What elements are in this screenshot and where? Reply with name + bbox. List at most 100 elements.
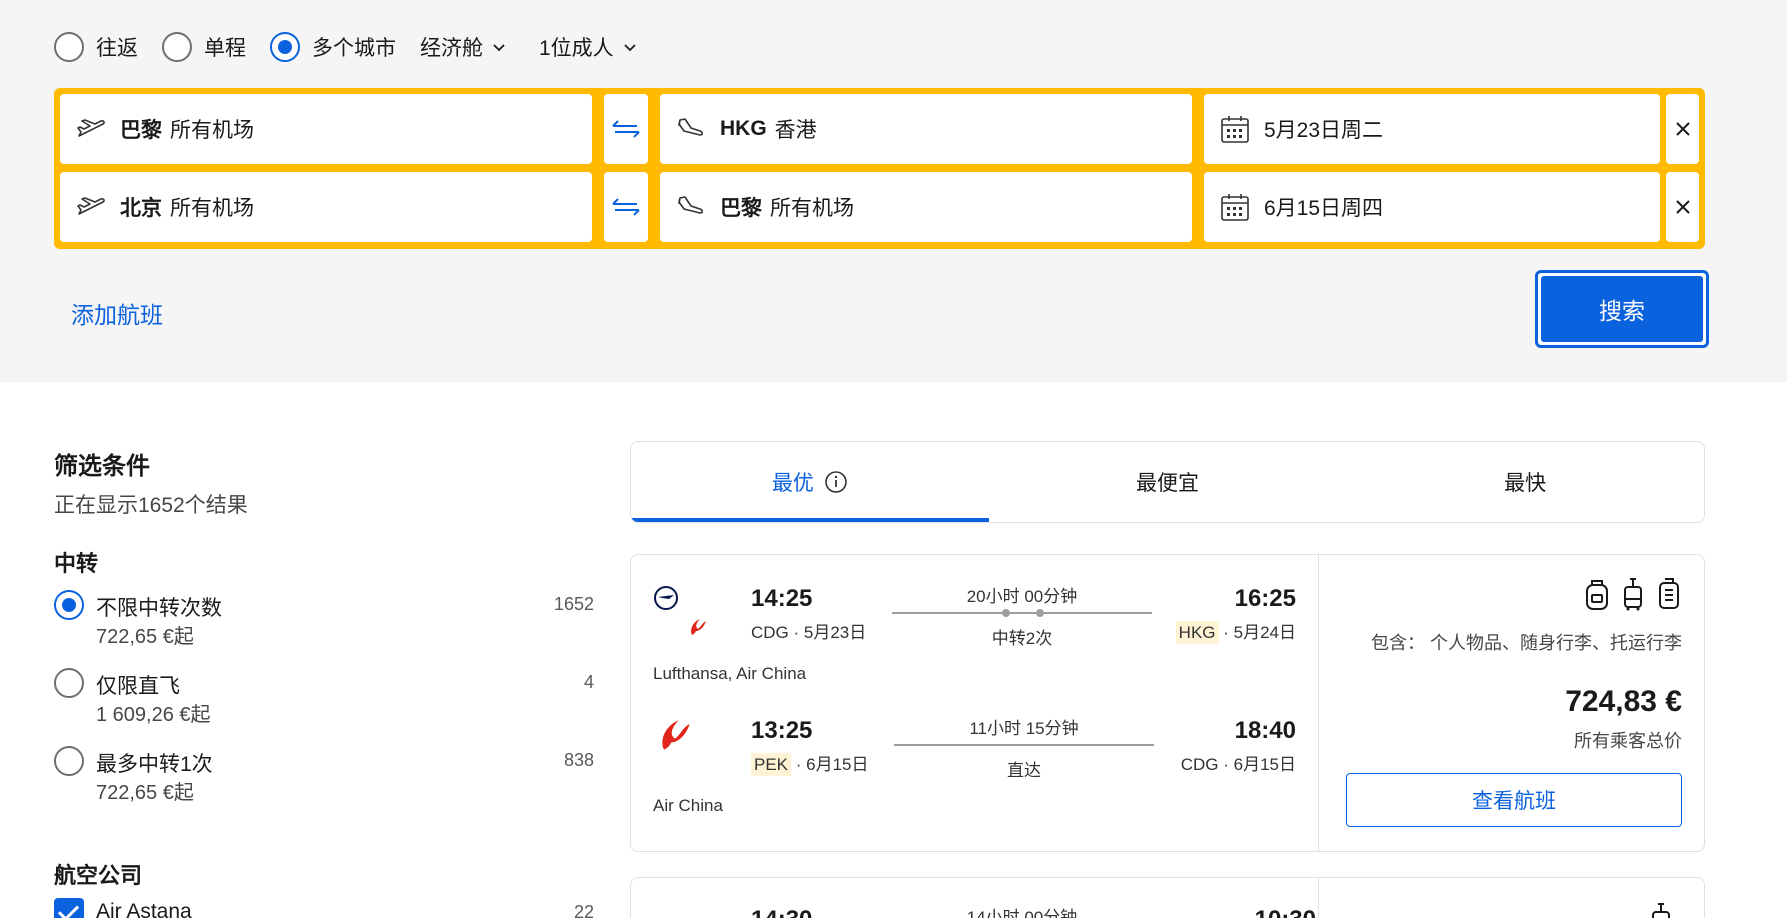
stop-dot	[1036, 609, 1044, 617]
stops-option-count: 838	[563, 750, 594, 770]
close-icon	[1675, 122, 1690, 136]
arrival-date: · 5月24日	[1223, 623, 1296, 642]
filters-panel: 筛选条件 正在显示1652个结果 中转 不限中转次数 722,65 €起 165…	[54, 446, 594, 918]
sort-tabs: 最优 最便宜 最快	[630, 441, 1705, 523]
airline-option-label: Air Astana	[96, 900, 192, 918]
stops-option-any[interactable]: 不限中转次数 722,65 €起 1652	[54, 590, 594, 654]
radio-any-stops[interactable]	[54, 590, 84, 620]
arrival-time: 10:30	[1255, 906, 1316, 918]
origin-airports-2: 所有机场	[170, 197, 254, 220]
date-field-2[interactable]: 6月15日周四	[1204, 172, 1660, 242]
chevron-down-icon	[624, 44, 636, 52]
destination-field-2[interactable]: 巴黎 所有机场	[660, 172, 1192, 242]
swap-button-1[interactable]	[604, 94, 648, 164]
carry-on-bag-icon	[1652, 903, 1670, 918]
date-value-1: 5月23日周二	[1264, 119, 1384, 142]
air-china-logo-icon	[691, 619, 706, 635]
stops-option-label: 不限中转次数	[96, 597, 222, 620]
stops-option-price: 722,65 €起	[96, 626, 194, 648]
arrival-time: 16:25	[1234, 585, 1296, 612]
takeoff-icon	[74, 114, 108, 144]
origin-field-2[interactable]: 北京 所有机场	[60, 172, 592, 242]
origin-city-1: 巴黎	[120, 119, 162, 142]
search-button[interactable]: 搜索	[1535, 270, 1709, 348]
stops-option-price: 1 609,26 €起	[96, 704, 211, 726]
remove-leg-button-1[interactable]	[1666, 94, 1699, 164]
stops-option-count: 4	[583, 672, 594, 692]
destination-code-1: HKG	[720, 117, 767, 140]
card-divider	[1318, 555, 1319, 851]
stops-option-label: 仅限直飞	[96, 675, 180, 698]
tab-cheapest-label: 最便宜	[1136, 472, 1199, 495]
cabin-class-dropdown[interactable]: 经济舱	[420, 32, 507, 62]
airlines-heading: 航空公司	[54, 863, 143, 888]
departure-date: · 6月15日	[795, 755, 869, 774]
tab-cheapest[interactable]: 最便宜	[989, 442, 1347, 522]
airline-option-air-astana[interactable]: Air Astana 22	[54, 898, 594, 918]
stops-option-max-one[interactable]: 最多中转1次 722,65 €起 838	[54, 746, 594, 810]
takeoff-icon	[74, 192, 108, 222]
swap-button-2[interactable]	[604, 172, 648, 242]
close-icon	[1675, 200, 1690, 214]
round-trip-label: 往返	[96, 37, 138, 60]
flight-result-card-2[interactable]: 14:30 14小时 00分钟 10:30	[630, 877, 1705, 918]
checked-bag-icon	[1659, 578, 1679, 609]
carry-on-bag-icon	[1624, 578, 1642, 611]
total-price: 724,83 €	[1565, 685, 1682, 718]
results-count-text: 正在显示1652个结果	[54, 494, 248, 517]
tab-fastest-label: 最快	[1504, 472, 1547, 495]
radio-round-trip[interactable]	[54, 32, 84, 62]
calendar-icon	[1218, 192, 1252, 222]
radio-one-way[interactable]	[162, 32, 192, 62]
flight-result-card[interactable]: 14:25 CDG · 5月23日 20小时 00分钟 中转2次 16:25 H…	[630, 554, 1705, 852]
radio-max-one-stop[interactable]	[54, 746, 84, 776]
airline-option-count: 22	[573, 902, 594, 918]
cabin-class-label: 经济舱	[420, 37, 483, 60]
outbound-leg: 14:25 CDG · 5月23日 20小时 00分钟 中转2次 16:25 H…	[631, 555, 1318, 685]
destination-airports-2: 所有机场	[770, 197, 854, 220]
route-line	[894, 744, 1154, 746]
departure-time: 13:25	[751, 717, 813, 744]
airline-names: Lufthansa, Air China	[653, 664, 807, 683]
departure-time: 14:25	[751, 585, 813, 612]
trip-multi-city-option[interactable]: 多个城市	[270, 32, 396, 62]
stop-dot	[1002, 609, 1010, 617]
stops-option-count: 1652	[553, 594, 594, 614]
stops-option-direct[interactable]: 仅限直飞 1 609,26 €起 4	[54, 668, 594, 732]
price-note: 所有乘客总价	[1574, 731, 1682, 751]
trip-round-trip-option[interactable]: 往返	[54, 32, 138, 62]
departure-info: CDG · 5月23日	[751, 618, 866, 643]
card-divider	[1318, 878, 1319, 918]
departure-time: 14:30	[751, 906, 812, 918]
flight-search-box: 巴黎 所有机场 HKG 香港 5月23日周二 北京 所有机场 巴黎 所有机场 6…	[54, 88, 1705, 249]
destination-field-1[interactable]: HKG 香港	[660, 94, 1192, 164]
view-flight-button[interactable]: 查看航班	[1346, 773, 1682, 827]
trip-one-way-option[interactable]: 单程	[162, 32, 246, 62]
info-icon[interactable]	[824, 470, 848, 494]
chevron-down-icon	[493, 44, 505, 52]
airline-names: Air China	[653, 796, 723, 815]
radio-direct-only[interactable]	[54, 668, 84, 698]
date-field-1[interactable]: 5月23日周二	[1204, 94, 1660, 164]
arrival-time: 18:40	[1234, 717, 1296, 744]
swap-icon	[612, 198, 640, 216]
stops-option-price: 722,65 €起	[96, 782, 194, 804]
arrival-info: HKG · 5月24日	[1175, 618, 1296, 644]
stops-text: 直达	[1007, 761, 1041, 780]
add-flight-link[interactable]: 添加航班	[71, 296, 163, 330]
swap-icon	[612, 120, 640, 138]
departure-date: · 5月23日	[793, 623, 867, 642]
personal-item-icon	[1586, 580, 1608, 610]
air-china-logo-icon	[662, 720, 690, 750]
travelers-dropdown[interactable]: 1位成人	[539, 32, 638, 62]
tab-fastest[interactable]: 最快	[1346, 442, 1704, 522]
one-way-label: 单程	[204, 37, 246, 60]
departure-info: PEK · 6月15日	[751, 750, 869, 776]
remove-leg-button-2[interactable]	[1666, 172, 1699, 242]
origin-field-1[interactable]: 巴黎 所有机场	[60, 94, 592, 164]
tab-best[interactable]: 最优	[631, 442, 989, 522]
airline-checkbox[interactable]	[54, 898, 84, 918]
search-button-label: 搜索	[1541, 276, 1703, 342]
radio-multi-city[interactable]	[270, 32, 300, 62]
included-baggage-text: 包含： 个人物品、随身行李、托运行李	[1371, 633, 1682, 653]
